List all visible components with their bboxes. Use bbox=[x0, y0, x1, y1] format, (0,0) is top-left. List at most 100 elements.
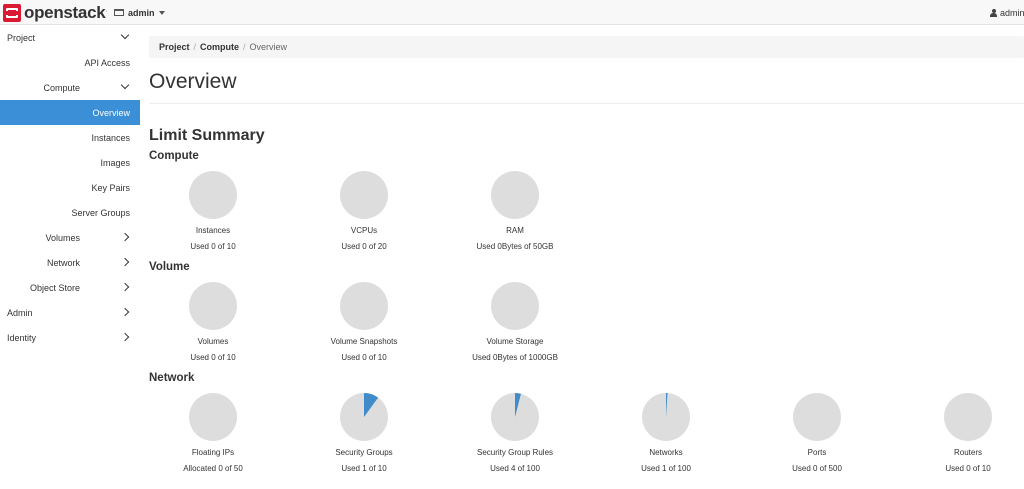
sidebar-item-label: Admin bbox=[7, 307, 33, 318]
sidebar-item-label: Volumes bbox=[45, 232, 80, 243]
pie-slice-free bbox=[944, 393, 992, 441]
sidebar-item-identity[interactable]: Identity bbox=[0, 325, 140, 350]
brand-name: openstack. bbox=[24, 2, 107, 22]
pie-chart bbox=[491, 171, 539, 219]
quota-usage: Used 0 of 10 bbox=[341, 353, 387, 362]
sidebar-item-volumes[interactable]: Volumes bbox=[0, 225, 140, 250]
quota-name: Security Groups bbox=[335, 448, 393, 457]
breadcrumb-item-project[interactable]: Project bbox=[159, 42, 190, 52]
quota-chart-networks: Networks Used 1 of 100 bbox=[601, 392, 731, 473]
page-title: Overview bbox=[149, 70, 237, 93]
quota-chart-instances: Instances Used 0 of 10 bbox=[148, 170, 278, 251]
chevron-right-icon bbox=[120, 307, 130, 317]
sidebar-item-label: Instances bbox=[91, 132, 130, 143]
pie-slice-free bbox=[793, 393, 841, 441]
quota-name: Security Group Rules bbox=[476, 448, 554, 457]
quota-usage: Used 1 of 10 bbox=[341, 464, 387, 473]
pie-chart bbox=[340, 393, 388, 441]
quota-name: Networks bbox=[649, 448, 683, 457]
quota-usage: Used 1 of 100 bbox=[641, 464, 691, 473]
pie-slice-free bbox=[189, 393, 237, 441]
sidebar-nav: Project API Access Compute Overview Instance… bbox=[0, 25, 140, 489]
quota-chart-security-group-rules: Security Group Rules Used 4 of 100 bbox=[450, 392, 580, 473]
sidebar-item-label: Identity bbox=[7, 332, 37, 343]
sidebar-item-label: Object Store bbox=[29, 282, 80, 293]
project-name: admin bbox=[128, 7, 155, 18]
sidebar-item-label: Network bbox=[46, 257, 80, 268]
breadcrumb-separator: / bbox=[243, 42, 246, 52]
quota-chart-volume-storage: Volume Storage Used 0Bytes of 1000GB bbox=[450, 281, 580, 362]
pie-slice-free bbox=[491, 282, 539, 330]
sidebar-item-api-access[interactable]: API Access bbox=[0, 50, 140, 75]
user-icon bbox=[990, 8, 997, 17]
quota-name: Instances bbox=[195, 226, 231, 235]
sidebar-item-instances[interactable]: Instances bbox=[0, 125, 140, 150]
sidebar-item-server-groups[interactable]: Server Groups bbox=[0, 200, 140, 225]
quota-usage: Allocated 0 of 50 bbox=[183, 464, 243, 473]
sidebar-item-admin[interactable]: Admin bbox=[0, 300, 140, 325]
pie-chart bbox=[340, 282, 388, 330]
quota-name: VCPUs bbox=[350, 226, 378, 235]
section-heading-compute: Compute bbox=[149, 150, 199, 162]
top-navbar: openstack. admin admin bbox=[0, 0, 1024, 25]
quota-name: Volume Storage bbox=[486, 337, 544, 346]
quota-usage: Used 0 of 500 bbox=[792, 464, 842, 473]
quota-name: Ports bbox=[807, 448, 827, 457]
quota-chart-volume-snapshots: Volume Snapshots Used 0 of 10 bbox=[299, 281, 429, 362]
user-menu[interactable]: admin bbox=[990, 0, 1024, 25]
title-divider bbox=[149, 103, 1024, 104]
limit-summary-heading: Limit Summary bbox=[149, 127, 265, 144]
section-heading-volume: Volume bbox=[149, 261, 190, 273]
pie-slice-free bbox=[189, 282, 237, 330]
chevron-right-icon bbox=[120, 332, 130, 342]
quota-name: Volumes bbox=[197, 337, 229, 346]
quota-chart-volumes: Volumes Used 0 of 10 bbox=[148, 281, 278, 362]
caret-down-icon bbox=[158, 10, 165, 15]
quota-chart-vcpus: VCPUs Used 0 of 20 bbox=[299, 170, 429, 251]
sidebar-item-images[interactable]: Images bbox=[0, 150, 140, 175]
chevron-down-icon bbox=[120, 30, 130, 40]
sidebar-item-key-pairs[interactable]: Key Pairs bbox=[0, 175, 140, 200]
quota-usage: Used 0Bytes of 1000GB bbox=[472, 353, 558, 362]
quota-usage: Used 0 of 20 bbox=[341, 242, 387, 251]
breadcrumb-item-compute[interactable]: Compute bbox=[200, 42, 239, 52]
sidebar-item-label: Project bbox=[7, 32, 36, 43]
quota-chart-floating-ips: Floating IPs Allocated 0 of 50 bbox=[148, 392, 278, 473]
sidebar-item-project[interactable]: Project bbox=[0, 25, 140, 50]
sidebar-item-object-store[interactable]: Object Store bbox=[0, 275, 140, 300]
quota-chart-routers: Routers Used 0 of 10 bbox=[903, 392, 1024, 473]
chevron-right-icon bbox=[120, 282, 130, 292]
pie-chart bbox=[189, 171, 237, 219]
sidebar-item-label: Server Groups bbox=[71, 207, 130, 218]
sidebar-item-overview[interactable]: Overview bbox=[0, 100, 140, 125]
pie-chart bbox=[642, 393, 690, 441]
section-heading-network: Network bbox=[149, 372, 195, 384]
quota-chart-security-groups: Security Groups Used 1 of 10 bbox=[299, 392, 429, 473]
pie-slice-free bbox=[189, 171, 237, 219]
project-switcher[interactable]: admin bbox=[114, 0, 165, 25]
chevron-down-icon bbox=[120, 80, 130, 90]
pie-chart bbox=[793, 393, 841, 441]
chevron-right-icon bbox=[120, 257, 130, 267]
pie-slice-free bbox=[340, 171, 388, 219]
brand-logo[interactable]: openstack. bbox=[3, 3, 107, 22]
quota-usage: Used 0 of 10 bbox=[945, 464, 991, 473]
sidebar-item-compute[interactable]: Compute bbox=[0, 75, 140, 100]
sidebar-item-network[interactable]: Network bbox=[0, 250, 140, 275]
sidebar-item-label: Compute bbox=[43, 82, 80, 93]
pie-chart bbox=[189, 393, 237, 441]
breadcrumb: Project / Compute / Overview bbox=[149, 36, 1024, 58]
quota-name: Routers bbox=[953, 448, 982, 457]
sidebar-item-label: Key Pairs bbox=[91, 182, 130, 193]
chevron-right-icon bbox=[120, 232, 130, 242]
quota-chart-ports: Ports Used 0 of 500 bbox=[752, 392, 882, 473]
quota-name: Volume Snapshots bbox=[330, 337, 398, 346]
quota-name: Floating IPs bbox=[191, 448, 235, 457]
quota-name: RAM bbox=[506, 226, 524, 235]
sidebar-item-label: API Access bbox=[84, 57, 130, 68]
quota-usage: Used 0 of 10 bbox=[190, 242, 236, 251]
pie-chart bbox=[491, 393, 539, 441]
pie-slice-free bbox=[340, 282, 388, 330]
pie-chart bbox=[944, 393, 992, 441]
quota-usage: Used 4 of 100 bbox=[490, 464, 540, 473]
